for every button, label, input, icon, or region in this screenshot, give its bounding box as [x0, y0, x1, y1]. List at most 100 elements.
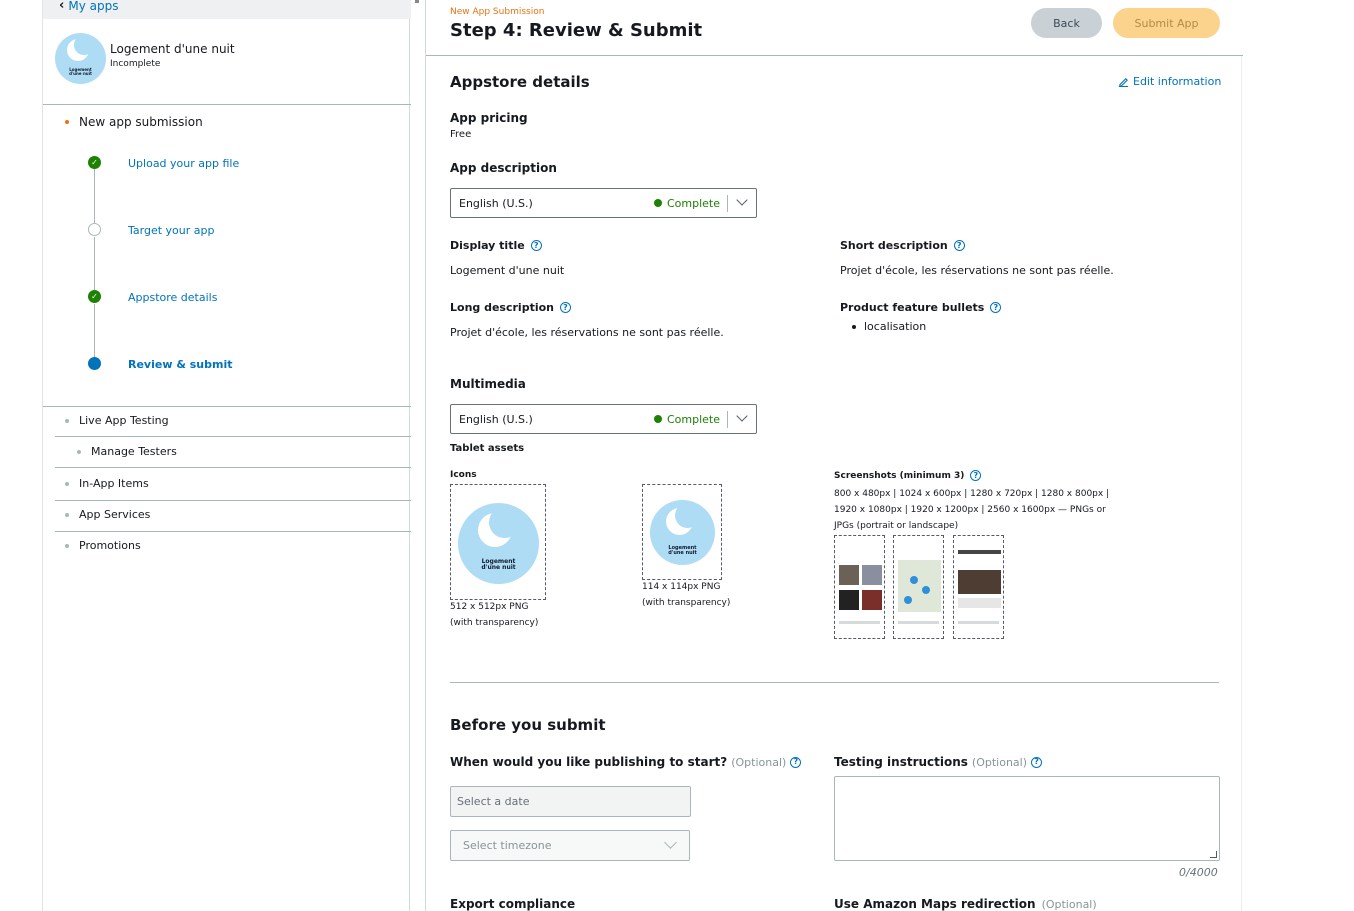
my-apps-label: My apps — [68, 0, 119, 13]
sidebar-item-promotions[interactable]: Promotions — [65, 539, 141, 552]
timezone-select[interactable]: Select timezone — [450, 830, 690, 861]
divider — [43, 104, 411, 105]
feature-bullet-item: localisation — [852, 320, 926, 333]
date-picker-input[interactable]: Select a date — [450, 786, 691, 817]
help-icon[interactable]: ? — [970, 470, 982, 481]
divider — [55, 436, 411, 437]
sidebar-item-manage-testers[interactable]: Manage Testers — [77, 445, 177, 458]
resize-handle-icon[interactable] — [1210, 851, 1217, 858]
amazon-maps-text: Use Amazon Maps redirection — [834, 897, 1036, 911]
description-language-select[interactable]: English (U.S.) Complete — [450, 188, 757, 218]
app-logo-text: Logement d'une nuit — [69, 67, 92, 77]
new-app-submission-heading[interactable]: New app submission — [65, 115, 203, 129]
long-description-label: Long description ? — [450, 301, 571, 314]
status-dot-icon — [654, 199, 662, 207]
sidebar-item-label: In-App Items — [79, 477, 149, 490]
app-logo-text: Logement d'une nuit — [481, 558, 516, 572]
product-feature-bullets-label: Product feature bullets ? — [840, 301, 1002, 314]
short-description-text: Short description — [840, 239, 948, 252]
chevron-left-icon: ‹ — [59, 0, 65, 13]
screenshot-thumbnail[interactable] — [893, 535, 944, 639]
divider — [55, 531, 411, 532]
edit-information-label: Edit information — [1133, 75, 1222, 88]
help-icon[interactable]: ? — [560, 302, 571, 313]
screenshots-spec: 1920 x 1080px | 1920 x 1200px | 2560 x 1… — [834, 505, 1106, 515]
my-apps-back-link[interactable]: ‹ My apps — [59, 0, 118, 13]
bullet-icon — [65, 481, 69, 486]
divider — [43, 406, 411, 407]
chevron-down-icon — [664, 836, 677, 849]
help-icon[interactable]: ? — [953, 240, 965, 251]
export-compliance-label: Export compliance — [450, 897, 576, 911]
step-connector — [94, 304, 95, 358]
status-text: Complete — [667, 412, 721, 426]
step-upload[interactable]: ✓ Upload your app file — [88, 156, 239, 170]
divider — [727, 411, 728, 428]
sidebar-item-app-services[interactable]: App Services — [65, 508, 150, 521]
edit-information-link[interactable]: Edit information — [1118, 75, 1221, 88]
sidebar-item-label: Promotions — [79, 539, 141, 552]
help-icon[interactable]: ? — [990, 302, 1002, 313]
current-step-icon — [88, 357, 101, 370]
sidebar: ‹ My apps Logement d'une nuit Logement d… — [42, 0, 411, 911]
sidebar-item-in-app-items[interactable]: In-App Items — [65, 477, 149, 490]
screenshots-spec: JPGs (portrait or landscape) — [834, 521, 959, 531]
language-value: English (U.S.) — [459, 196, 533, 210]
long-description-text: Long description — [450, 301, 554, 314]
header-kicker: New App Submission — [450, 7, 545, 17]
small-icon-caption: 114 x 114px PNG — [642, 582, 721, 592]
screenshot-thumbnail[interactable] — [953, 535, 1004, 639]
section-divider — [450, 682, 1219, 683]
tablet-assets-label: Tablet assets — [450, 443, 525, 454]
help-icon[interactable]: ? — [1031, 756, 1043, 768]
testing-instructions-label: Testing instructions (Optional) ? — [834, 755, 1043, 769]
step-label: Appstore details — [128, 291, 218, 304]
testing-instructions-textarea[interactable] — [834, 776, 1220, 861]
display-title-value: Logement d'une nuit — [450, 264, 565, 277]
icons-label: Icons — [450, 470, 477, 480]
feature-bullet-list: localisation — [852, 320, 926, 333]
screenshot-thumbnail[interactable] — [834, 535, 885, 639]
screenshots-spec: 800 x 480px | 1024 x 600px | 1280 x 720p… — [834, 489, 1110, 499]
step-connector — [94, 237, 95, 291]
long-description-value: Projet d'école, les réservations ne sont… — [450, 326, 724, 339]
divider — [55, 467, 411, 468]
status-text: Complete — [667, 196, 721, 210]
publishing-start-label: When would you like publishing to start?… — [450, 755, 802, 769]
step-review[interactable]: Review & submit — [88, 357, 233, 371]
pencil-icon — [1118, 77, 1129, 87]
step-target[interactable]: Target your app — [88, 223, 214, 237]
step-appstore[interactable]: ✓ Appstore details — [88, 290, 217, 304]
status-dot-icon — [654, 415, 662, 423]
scrollbar[interactable] — [415, 0, 419, 3]
app-logo: Logement d'une nuit — [458, 503, 539, 584]
sidebar-item-live-app-testing[interactable]: Live App Testing — [65, 414, 169, 427]
back-button[interactable]: Back — [1031, 8, 1102, 38]
app-card[interactable]: Logement d'une nuit Logement d'une nuit … — [55, 33, 395, 85]
help-icon[interactable]: ? — [790, 756, 802, 768]
sidebar-item-label: Live App Testing — [79, 414, 169, 427]
app-status: Incomplete — [110, 59, 161, 69]
short-description-label: Short description ? — [840, 239, 965, 252]
sidebar-item-label: Manage Testers — [91, 445, 177, 458]
status-badge: Complete — [654, 413, 720, 426]
submit-app-button[interactable]: Submit App — [1113, 8, 1220, 38]
chevron-down-icon — [736, 410, 748, 422]
step-connector — [94, 168, 95, 223]
multimedia-title: Multimedia — [450, 377, 526, 391]
large-icon-caption: 512 x 512px PNG — [450, 602, 529, 612]
small-icon-caption: (with transparency) — [642, 598, 731, 608]
optional-tag: (Optional) — [731, 755, 787, 769]
character-count: 0/4000 — [1179, 866, 1218, 879]
step-label: Upload your app file — [128, 157, 240, 170]
multimedia-language-select[interactable]: English (U.S.) Complete — [450, 404, 757, 434]
app-logo: Logement d'une nuit — [55, 33, 106, 84]
amazon-maps-redirection-label: Use Amazon Maps redirection (Optional) — [834, 897, 1097, 911]
display-title-text: Display title — [450, 239, 525, 252]
help-icon[interactable]: ? — [530, 240, 542, 251]
app-pricing-value: Free — [450, 129, 472, 140]
bullet-icon — [77, 449, 81, 454]
bullet-icon — [65, 543, 69, 548]
app-logo: Logement d'une nuit — [650, 500, 715, 565]
screenshots-text: Screenshots (minimum 3) — [834, 470, 965, 481]
